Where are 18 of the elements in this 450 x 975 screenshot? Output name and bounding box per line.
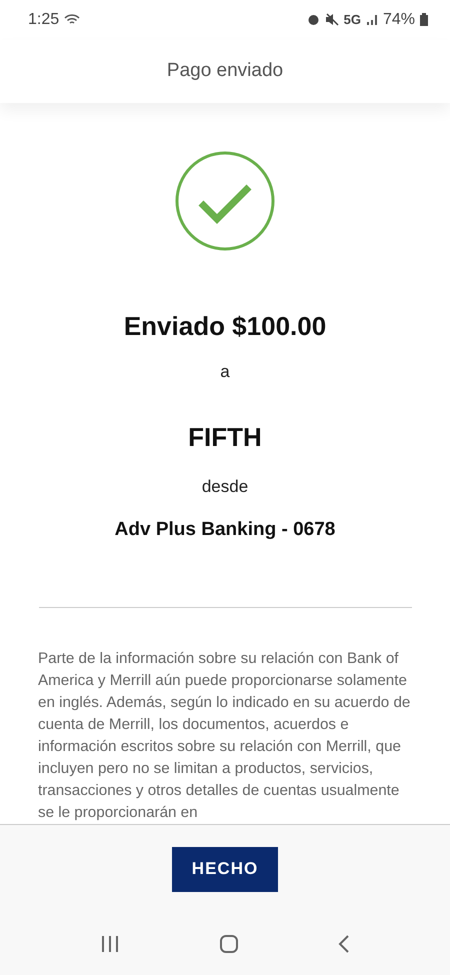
battery-icon (420, 13, 428, 26)
amount-sent: Enviado $100.00 (124, 310, 326, 342)
recipient-name: FIFTH (188, 422, 262, 453)
signal-icon (366, 14, 378, 26)
account-name: Adv Plus Banking - 0678 (114, 518, 336, 541)
back-icon[interactable] (338, 934, 350, 954)
page-title: Pago enviado (166, 60, 284, 82)
recent-apps-icon[interactable] (100, 935, 120, 954)
check-circle-icon (175, 150, 275, 251)
mute-icon (324, 13, 339, 26)
from-label: desde (202, 476, 248, 497)
done-button[interactable]: HECHO (172, 846, 278, 892)
battery-percent: 74% (382, 10, 415, 29)
status-time: 1:25 (28, 10, 60, 29)
to-label: a (220, 362, 230, 382)
home-icon[interactable] (218, 934, 239, 954)
network-label: 5G (344, 12, 361, 28)
disclaimer-text: Parte de la información sobre su relación con Bank of America y Merrill aún puede proporcionarse solamente en inglés. Además, según lo indicado en su acuerdo de cuenta de Merrill, los documentos, acuerdos e información escritos sobre su relación con Merrill, que incluyen pero no se limitan a productos, servicios, transacciones y otros detalles de cuentas usualmente se le proporcionarán en (38, 648, 412, 823)
